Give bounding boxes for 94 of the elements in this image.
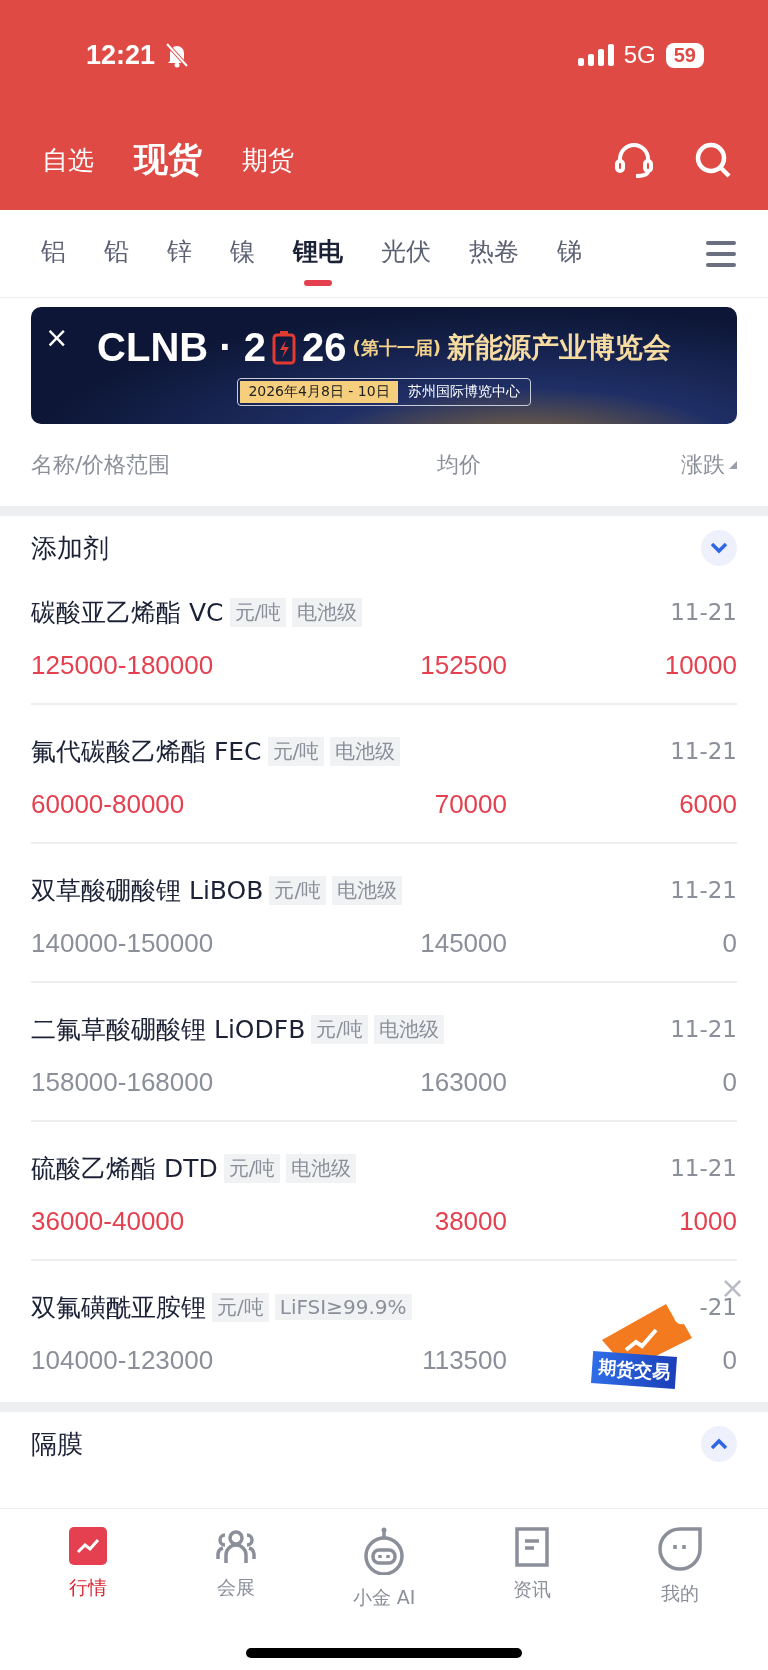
- average-price: 163000: [420, 1066, 507, 1098]
- banner-venue: 苏州国际博览中心: [407, 383, 521, 401]
- price-range: 36000-40000: [31, 1205, 185, 1237]
- banner-date: 2026年4月8日 - 10日: [240, 381, 398, 403]
- section-title: 隔膜: [31, 1427, 83, 1461]
- robot-icon: [361, 1527, 407, 1575]
- average-price: 70000: [434, 788, 507, 820]
- average-price: 38000: [434, 1205, 507, 1237]
- category-tab[interactable]: 热卷: [450, 219, 538, 288]
- price-change: 0: [722, 1344, 737, 1376]
- price-date: 11-21: [670, 877, 737, 903]
- product-name[interactable]: 碳酸亚乙烯酯 VC: [31, 595, 224, 629]
- price-change: 1000: [679, 1205, 737, 1237]
- document-icon: [515, 1527, 549, 1567]
- product-name[interactable]: 硫酸乙烯酯 DTD: [31, 1151, 218, 1185]
- bell-off-icon: [165, 42, 190, 68]
- bottom-tab[interactable]: 我的: [620, 1527, 740, 1611]
- column-header: 名称/价格范围: [31, 451, 172, 479]
- product-name[interactable]: 二氟草酸硼酸锂 LiODFB: [31, 1012, 306, 1046]
- futures-trade-badge[interactable]: 期货交易: [591, 1351, 677, 1389]
- category-tab[interactable]: 镍: [211, 219, 274, 288]
- bottom-tab[interactable]: 行情: [28, 1527, 148, 1611]
- column-header: 均价: [437, 451, 481, 479]
- chart-icon: [69, 1527, 107, 1565]
- tab-label: 小金 AI: [352, 1585, 416, 1610]
- unit-tag: 元/吨: [267, 736, 325, 766]
- average-price: 145000: [420, 927, 507, 959]
- grade-tag: LiFSI≥99.9%: [274, 1294, 412, 1320]
- price-range: 60000-80000: [31, 788, 185, 820]
- category-tab[interactable]: 锑: [538, 219, 601, 288]
- search-icon[interactable]: [694, 141, 732, 179]
- grade-tag: 电池级: [292, 597, 363, 627]
- average-price: 113500: [422, 1344, 507, 1376]
- category-tab[interactable]: 铝: [22, 219, 85, 288]
- bottom-tab[interactable]: 资讯: [472, 1527, 592, 1611]
- product-name[interactable]: 双草酸硼酸锂 LiBOB: [31, 873, 264, 907]
- top-tab[interactable]: 现货: [134, 137, 202, 183]
- chevron-icon: [710, 1438, 728, 1450]
- category-tab[interactable]: 锌: [148, 219, 211, 288]
- chevron-button[interactable]: [701, 1426, 737, 1462]
- tab-label: 资讯: [513, 1577, 551, 1602]
- unit-tag: 元/吨: [229, 597, 287, 627]
- price-change: 0: [722, 1066, 737, 1098]
- price-range: 125000-180000: [31, 649, 214, 681]
- sort-icon[interactable]: [729, 461, 737, 469]
- unit-tag: 元/吨: [311, 1014, 369, 1044]
- menu-icon[interactable]: [706, 240, 736, 267]
- tab-label: 会展: [217, 1575, 255, 1600]
- average-price: 152500: [420, 649, 507, 681]
- category-tab[interactable]: 铅: [85, 219, 148, 288]
- category-tab[interactable]: 锂电: [274, 219, 362, 288]
- grade-tag: 电池级: [330, 736, 401, 766]
- face-icon: [658, 1527, 702, 1571]
- battery-icon: [271, 330, 296, 365]
- bottom-tab[interactable]: 小金 AI: [324, 1527, 444, 1611]
- unit-tag: 元/吨: [223, 1153, 281, 1183]
- price-date: 11-21: [670, 1155, 737, 1181]
- signal-icon: [577, 44, 614, 66]
- status-time: 12:21: [86, 39, 156, 71]
- tab-label: 我的: [661, 1581, 699, 1606]
- chevron-button[interactable]: [701, 530, 737, 566]
- price-change: 10000: [664, 649, 737, 681]
- bottom-tab[interactable]: 会展: [176, 1527, 296, 1611]
- chevron-icon: [710, 542, 728, 554]
- unit-tag: 元/吨: [212, 1292, 269, 1322]
- price-date: 11-21: [670, 599, 737, 625]
- top-tab[interactable]: 自选: [42, 142, 94, 178]
- people-icon: [216, 1527, 256, 1565]
- column-header[interactable]: 涨跌: [681, 450, 725, 480]
- price-change: 6000: [679, 788, 737, 820]
- price-range: 140000-150000: [31, 927, 214, 959]
- price-date: 11-21: [670, 1016, 737, 1042]
- unit-tag: 元/吨: [269, 875, 327, 905]
- product-name[interactable]: 氟代碳酸乙烯酯 FEC: [31, 734, 262, 768]
- product-name[interactable]: 双氟磺酰亚胺锂: [31, 1290, 206, 1324]
- banner-title: 新能源产业博览会: [446, 329, 671, 366]
- banner-logo: 26: [301, 325, 347, 370]
- close-icon[interactable]: ×: [45, 321, 69, 354]
- battery-level: 59: [665, 42, 704, 68]
- grade-tag: 电池级: [332, 875, 403, 905]
- banner-logo: CLNB · 2: [97, 325, 266, 370]
- price-date: 11-21: [670, 738, 737, 764]
- headset-icon[interactable]: [614, 141, 654, 179]
- price-range: 104000-123000: [31, 1344, 214, 1376]
- network-label: 5G: [623, 41, 656, 69]
- grade-tag: 电池级: [374, 1014, 445, 1044]
- price-change: 0: [722, 927, 737, 959]
- banner-edition: (第十一届): [352, 335, 441, 360]
- top-tab[interactable]: 期货: [242, 142, 294, 178]
- price-range: 158000-168000: [31, 1066, 214, 1098]
- section-title: 添加剂: [31, 531, 109, 565]
- category-tab[interactable]: 光伏: [362, 219, 450, 288]
- tab-label: 行情: [69, 1575, 107, 1600]
- grade-tag: 电池级: [286, 1153, 357, 1183]
